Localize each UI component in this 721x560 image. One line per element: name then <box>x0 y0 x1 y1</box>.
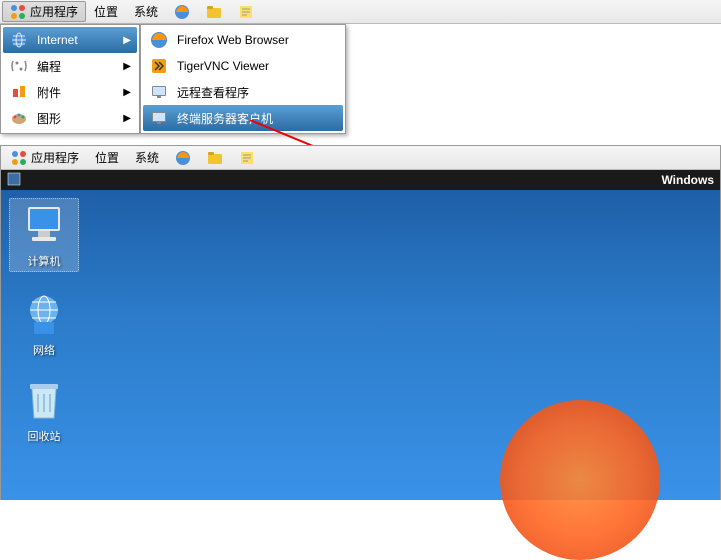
dropdown-accessories[interactable]: 附件 ▶ <box>3 79 137 105</box>
top-menubar: 应用程序 位置 系统 <box>0 0 721 24</box>
applications-icon <box>11 150 27 166</box>
chevron-right-icon: ▶ <box>123 113 131 124</box>
note-icon <box>238 4 254 20</box>
menu-system[interactable]: 系统 <box>126 1 166 22</box>
tigervnc-icon <box>149 57 169 75</box>
submenu-terminal-server[interactable]: 终端服务器客户机 <box>143 105 343 131</box>
desktop-launcher-files[interactable] <box>199 148 231 168</box>
dropdown-programming[interactable]: 编程 ▶ <box>3 53 137 79</box>
taskbar-title: Windows <box>661 173 714 187</box>
desktop-icon-network-label: 网络 <box>9 342 79 358</box>
applications-icon <box>10 4 26 20</box>
desktop-icon-network[interactable]: 网络 <box>9 290 79 358</box>
recycle-bin-icon <box>20 376 68 424</box>
desktop-icon-recycle[interactable]: 回收站 <box>9 376 79 444</box>
desktop-icon-computer[interactable]: 计算机 <box>9 198 79 272</box>
desktop-launcher-notes[interactable] <box>231 148 263 168</box>
menu-applications-label: 应用程序 <box>30 3 78 20</box>
internet-submenu: Firefox Web Browser TigerVNC Viewer 远程查看… <box>140 24 346 134</box>
desktop-icon-computer-label: 计算机 <box>12 253 76 269</box>
desktop-menu-location-label: 位置 <box>95 149 119 166</box>
submenu-tigervnc[interactable]: TigerVNC Viewer <box>143 53 343 79</box>
desktop-window: 应用程序 位置 系统 Windows <box>0 145 721 500</box>
taskbar: Windows <box>1 170 720 190</box>
dropdown-graphics[interactable]: 图形 ▶ <box>3 105 137 131</box>
globe-icon <box>9 31 29 49</box>
firefox-icon <box>149 31 169 49</box>
menu-applications[interactable]: 应用程序 <box>2 1 86 22</box>
desktop-launcher-firefox[interactable] <box>167 148 199 168</box>
folder-icon <box>207 150 223 166</box>
desktop-menu-applications[interactable]: 应用程序 <box>3 147 87 168</box>
desktop-icon-recycle-label: 回收站 <box>9 428 79 444</box>
accessories-icon <box>9 83 29 101</box>
chevron-right-icon: ▶ <box>123 87 131 98</box>
taskbar-window-icon[interactable] <box>7 172 21 189</box>
chevron-right-icon: ▶ <box>123 35 131 46</box>
monitor-icon <box>149 83 169 101</box>
launcher-firefox[interactable] <box>166 2 198 22</box>
desktop-background[interactable]: 计算机 网络 回收站 <box>1 190 720 500</box>
chevron-right-icon: ▶ <box>123 61 131 72</box>
submenu-tigervnc-label: TigerVNC Viewer <box>177 59 269 73</box>
submenu-remote-viewer-label: 远程查看程序 <box>177 84 249 101</box>
dropdown-internet[interactable]: Internet ▶ <box>3 27 137 53</box>
computer-icon <box>20 201 68 249</box>
firefox-icon <box>174 4 190 20</box>
launcher-notes[interactable] <box>230 2 262 22</box>
submenu-remote-viewer[interactable]: 远程查看程序 <box>143 79 343 105</box>
note-icon <box>239 150 255 166</box>
monitor-icon <box>149 109 169 127</box>
desktop-menu-applications-label: 应用程序 <box>31 149 79 166</box>
firefox-icon <box>175 150 191 166</box>
menu-location-label: 位置 <box>94 3 118 20</box>
submenu-firefox[interactable]: Firefox Web Browser <box>143 27 343 53</box>
dropdown-programming-label: 编程 <box>37 58 61 75</box>
wallpaper-decoration <box>500 400 660 560</box>
launcher-files[interactable] <box>198 2 230 22</box>
desktop-menu-system-label: 系统 <box>135 149 159 166</box>
desktop-menubar: 应用程序 位置 系统 <box>1 146 720 170</box>
submenu-firefox-label: Firefox Web Browser <box>177 33 289 47</box>
dropdown-graphics-label: 图形 <box>37 110 61 127</box>
network-icon <box>20 290 68 338</box>
desktop-menu-system[interactable]: 系统 <box>127 147 167 168</box>
desktop-menu-location[interactable]: 位置 <box>87 147 127 168</box>
submenu-terminal-server-label: 终端服务器客户机 <box>177 110 273 127</box>
menu-location[interactable]: 位置 <box>86 1 126 22</box>
graphics-icon <box>9 109 29 127</box>
menu-system-label: 系统 <box>134 3 158 20</box>
applications-dropdown: Internet ▶ 编程 ▶ 附件 ▶ 图形 ▶ <box>0 24 140 134</box>
folder-icon <box>206 4 222 20</box>
dropdown-accessories-label: 附件 <box>37 84 61 101</box>
programming-icon <box>9 57 29 75</box>
dropdown-internet-label: Internet <box>37 33 78 47</box>
